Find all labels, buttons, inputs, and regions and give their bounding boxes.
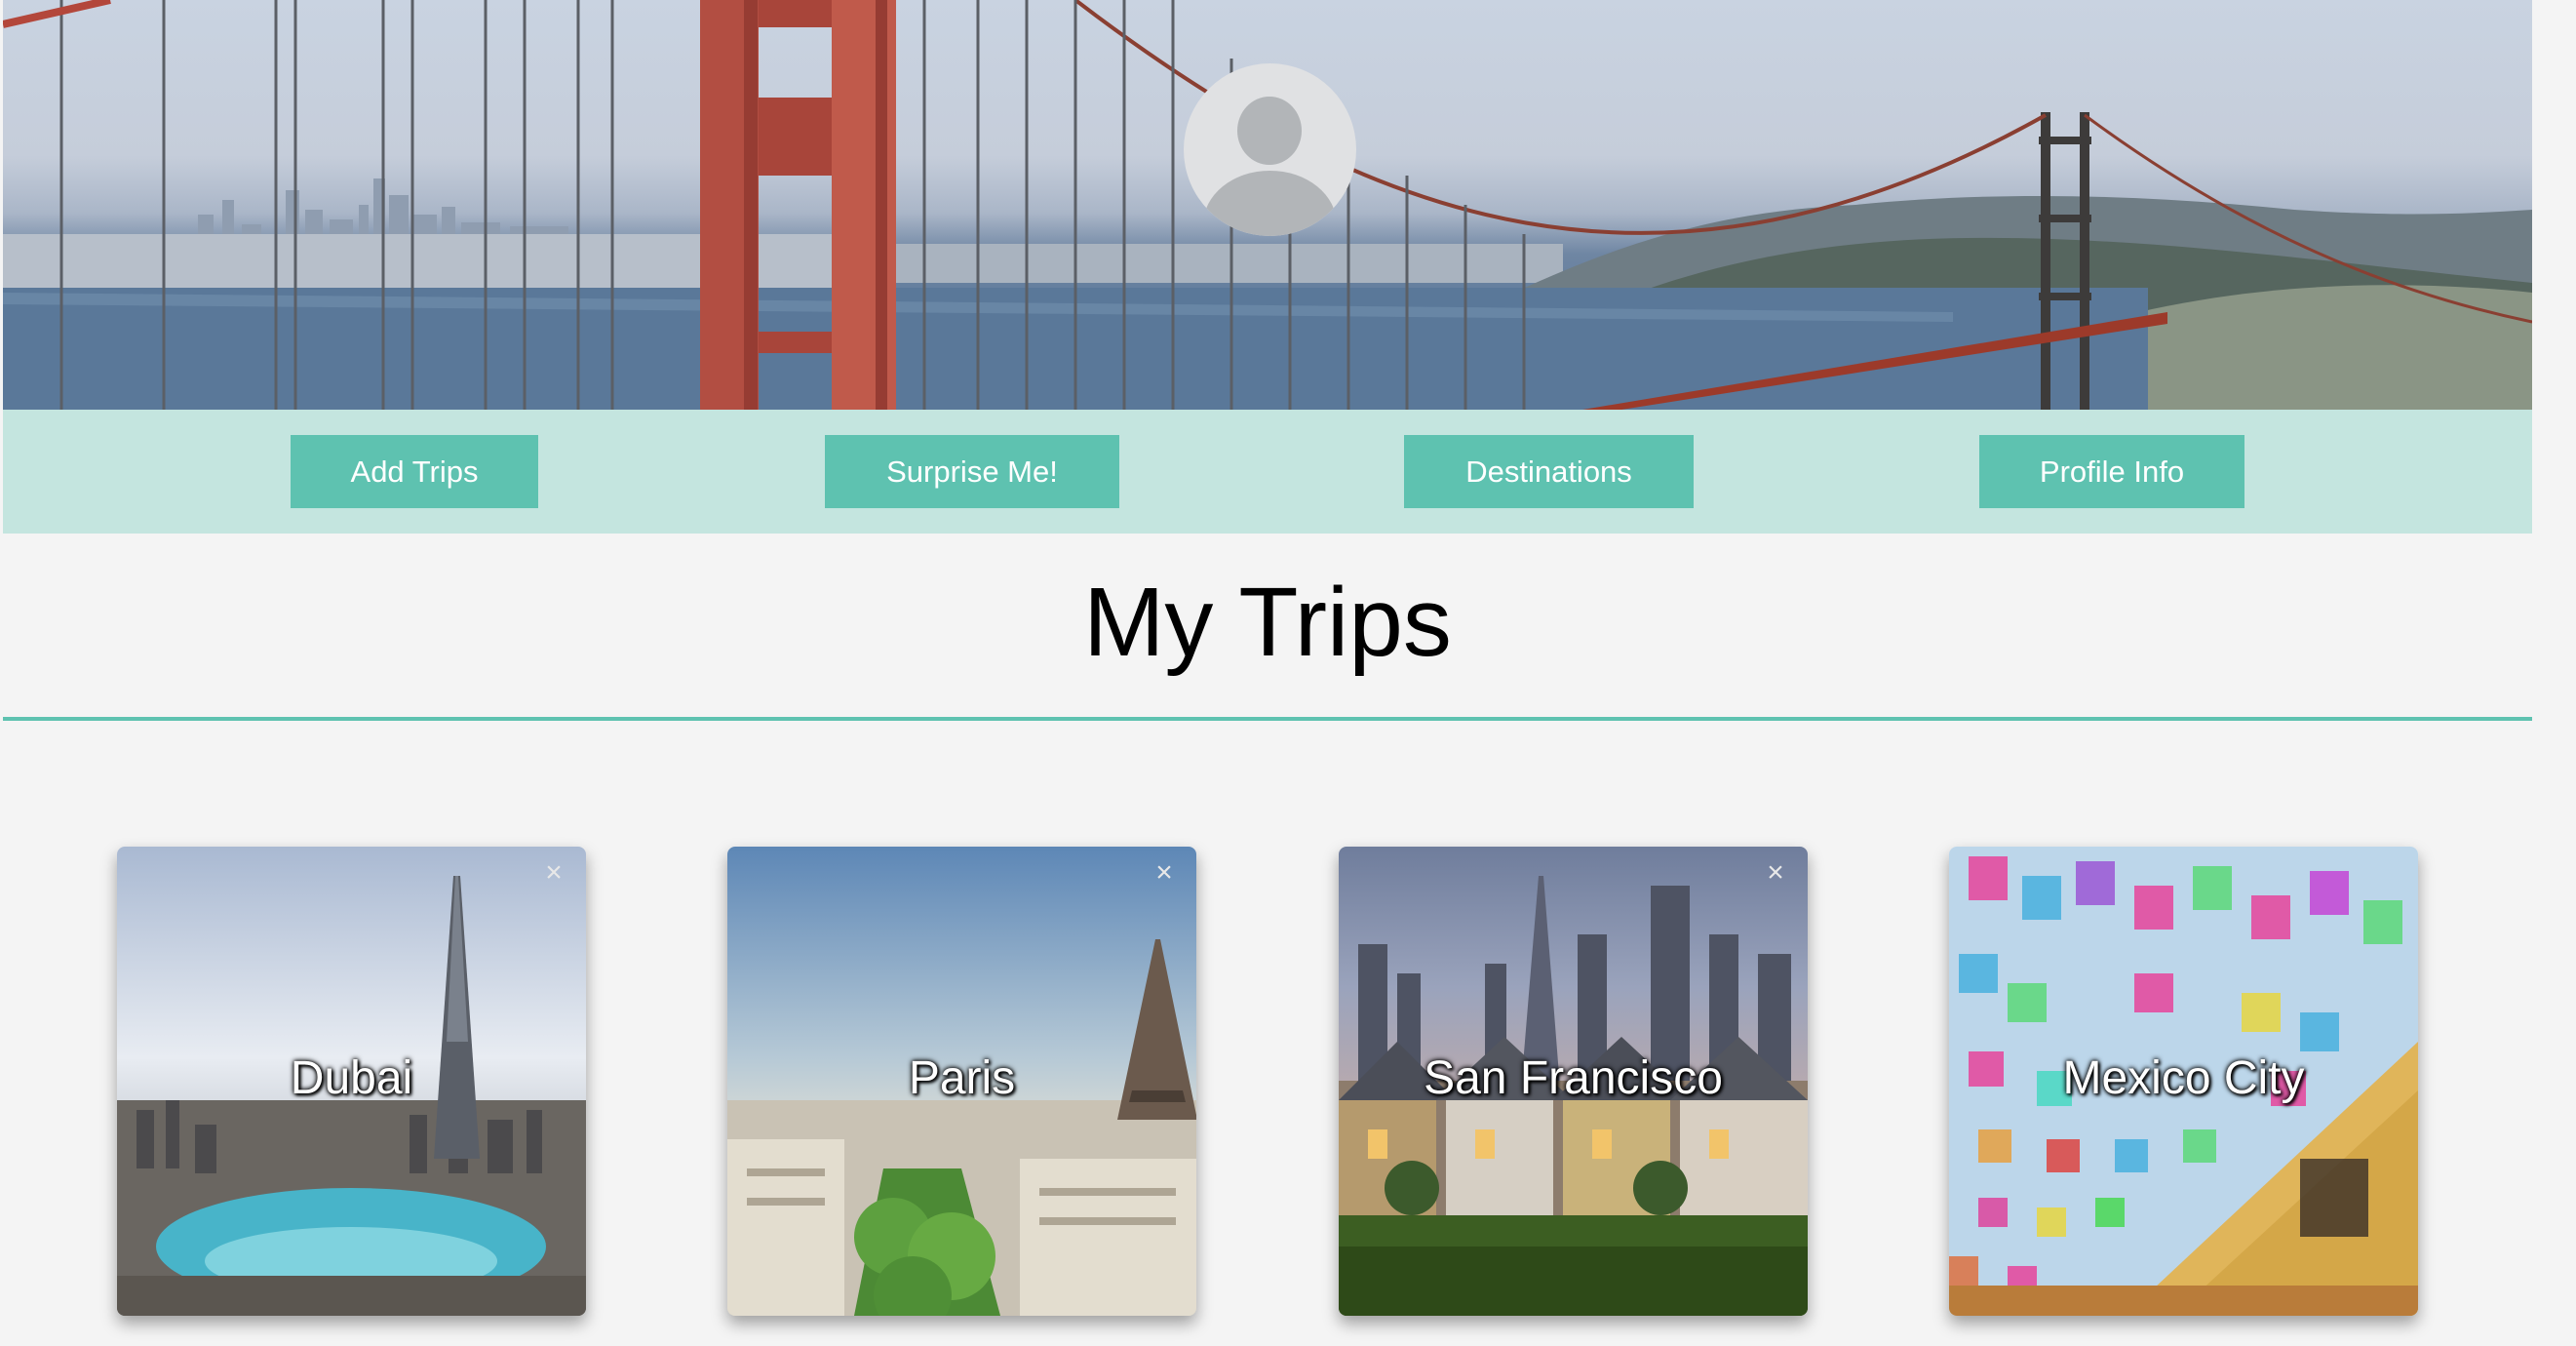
add-trips-button[interactable]: Add Trips	[291, 435, 538, 508]
user-avatar-icon[interactable]	[1184, 63, 1356, 236]
title-divider	[3, 717, 2532, 721]
trip-card-mexico-city[interactable]: Mexico City	[1949, 847, 2418, 1316]
trip-name: Dubai	[290, 1052, 413, 1104]
profile-info-button[interactable]: Profile Info	[1979, 435, 2244, 508]
avatar-head	[1237, 97, 1302, 165]
close-icon[interactable]: ×	[1761, 858, 1790, 888]
trip-card-paris[interactable]: Paris ×	[727, 847, 1196, 1316]
trip-name: San Francisco	[1424, 1052, 1723, 1104]
trip-card-san-francisco[interactable]: San Francisco ×	[1339, 847, 1808, 1316]
page-title: My Trips	[1083, 568, 1452, 677]
hero-banner	[3, 0, 2532, 410]
nav-bar: Add Trips Surprise Me! Destinations Prof…	[3, 410, 2532, 534]
close-icon[interactable]: ×	[539, 858, 568, 888]
close-icon[interactable]: ×	[1150, 858, 1179, 888]
trip-name: Paris	[908, 1052, 1016, 1104]
trip-card-dubai[interactable]: Dubai ×	[117, 847, 586, 1316]
avatar-body	[1203, 171, 1337, 236]
surprise-me-button[interactable]: Surprise Me!	[825, 435, 1119, 508]
trip-name: Mexico City	[2062, 1052, 2305, 1104]
destinations-button[interactable]: Destinations	[1404, 435, 1694, 508]
